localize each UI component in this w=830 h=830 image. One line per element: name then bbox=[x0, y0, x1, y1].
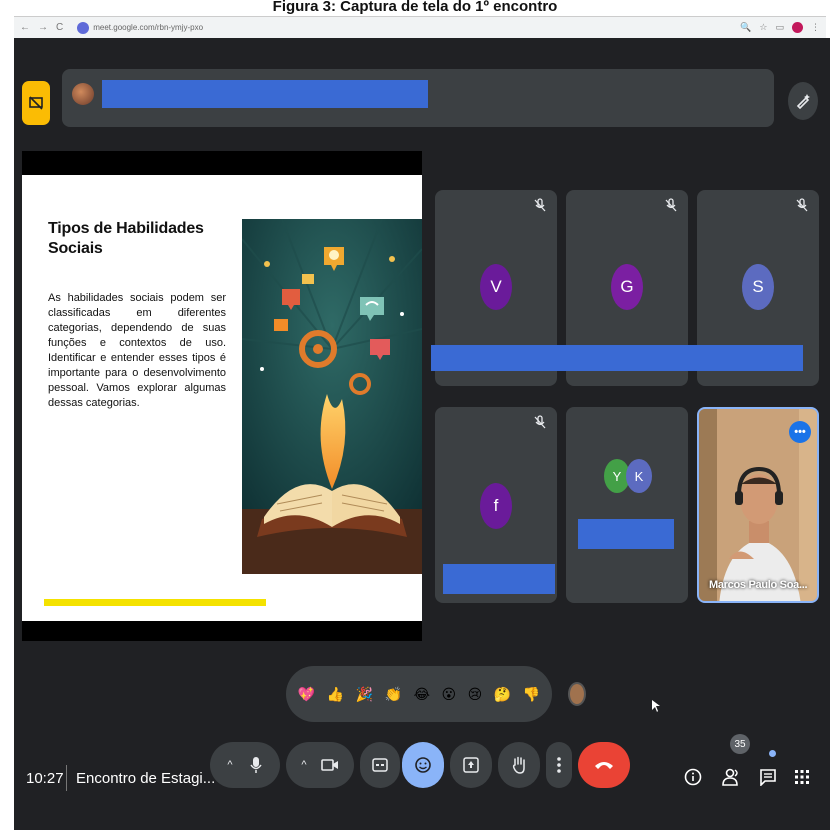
reaction-surprised-icon[interactable]: 😮 bbox=[442, 686, 457, 703]
presenter-avatar bbox=[72, 83, 94, 105]
camera-icon bbox=[320, 759, 338, 771]
browser-actions: 🔍 ☆ ▭ ⋮ bbox=[740, 22, 820, 33]
browser-toolbar: ← → C meet.google.com/rbn-ymjy-pxo 🔍 ☆ ▭… bbox=[14, 16, 826, 38]
slide-illustration bbox=[242, 219, 422, 574]
participant-group-tile[interactable]: Y K bbox=[566, 407, 688, 603]
divider bbox=[66, 765, 67, 791]
bookmark-star-icon[interactable]: ☆ bbox=[759, 22, 767, 33]
redacted-presenter-name bbox=[102, 80, 428, 108]
chat-button[interactable] bbox=[756, 764, 780, 790]
microphone-icon bbox=[249, 757, 262, 773]
mic-off-icon bbox=[534, 415, 546, 429]
presentation-toggle-button[interactable] bbox=[22, 81, 50, 125]
browser-menu-icon[interactable]: ⋮ bbox=[811, 22, 820, 33]
mic-off-icon bbox=[796, 198, 808, 212]
people-button[interactable] bbox=[720, 764, 744, 790]
mic-off-icon bbox=[534, 198, 546, 212]
present-screen-button[interactable] bbox=[450, 742, 492, 788]
meeting-title[interactable]: Encontro de Estagi... bbox=[76, 770, 215, 787]
more-options-button[interactable] bbox=[546, 742, 572, 788]
captions-button[interactable] bbox=[360, 742, 400, 788]
redacted-participant-name bbox=[578, 519, 674, 549]
mouse-cursor-icon bbox=[652, 700, 660, 712]
reaction-thumbs-up-icon[interactable]: 👍 bbox=[327, 686, 344, 703]
info-icon bbox=[684, 768, 702, 786]
more-vertical-icon bbox=[557, 757, 561, 773]
participant-avatar: V bbox=[480, 264, 512, 310]
reaction-party-icon[interactable]: 🎉 bbox=[356, 686, 373, 703]
annotate-button[interactable] bbox=[788, 82, 818, 120]
back-icon[interactable]: ← bbox=[20, 22, 30, 33]
reaction-thinking-icon[interactable]: 🤔 bbox=[494, 686, 511, 703]
mic-off-icon bbox=[665, 198, 677, 212]
chat-notification-dot bbox=[769, 750, 776, 757]
meet-window: Tipos de Habilidades Sociais As habilida… bbox=[14, 38, 830, 830]
grid-apps-icon bbox=[795, 770, 809, 784]
chevron-up-icon[interactable]: ^ bbox=[301, 759, 306, 771]
address-bar[interactable]: meet.google.com/rbn-ymjy-pxo bbox=[93, 23, 203, 32]
redacted-names-bar bbox=[431, 345, 803, 371]
raise-hand-button[interactable] bbox=[498, 742, 540, 788]
participant-tile[interactable]: f bbox=[435, 407, 557, 603]
profile-avatar[interactable] bbox=[792, 22, 803, 33]
meeting-info-button[interactable] bbox=[681, 764, 705, 790]
reaction-clap-icon[interactable]: 👏 bbox=[385, 686, 402, 703]
presenter-bar bbox=[62, 69, 774, 127]
participants-count-badge: 35 bbox=[730, 734, 750, 754]
meeting-time: 10:27 bbox=[26, 770, 64, 787]
no-presentation-icon bbox=[29, 96, 43, 110]
more-options-button[interactable]: ••• bbox=[789, 421, 811, 443]
slide-body-text: As habilidades sociais podem ser classif… bbox=[48, 292, 226, 409]
avatar-initial: S bbox=[752, 277, 764, 296]
participant-avatar: G bbox=[611, 264, 643, 310]
reactions-bar: 💖 👍 🎉 👏 😂 😮 😢 🤔 👎 bbox=[286, 666, 552, 722]
reaction-laugh-icon[interactable]: 😂 bbox=[414, 686, 430, 703]
shared-screen: Tipos de Habilidades Sociais As habilida… bbox=[22, 151, 422, 641]
redacted-participant-name bbox=[443, 564, 555, 594]
avatar-initial: Y bbox=[612, 468, 622, 484]
microphone-control[interactable]: ^ bbox=[210, 742, 280, 788]
skin-tone-selector[interactable] bbox=[568, 682, 586, 706]
captions-icon bbox=[372, 758, 388, 772]
screenshot: Figura 3: Captura de tela do 1º encontro… bbox=[0, 0, 830, 830]
leave-call-button[interactable] bbox=[578, 742, 630, 788]
people-icon bbox=[722, 768, 738, 786]
zoom-icon[interactable]: 🔍 bbox=[740, 22, 751, 33]
slide-accent-bar bbox=[44, 599, 266, 606]
present-icon bbox=[463, 757, 479, 773]
avatar-initial: V bbox=[490, 277, 502, 296]
self-video-tile[interactable]: ••• Marcos Paulo Soa... bbox=[697, 407, 819, 603]
avatar-initial: f bbox=[493, 496, 499, 515]
pen-icon bbox=[796, 94, 810, 109]
presentation-slide: Tipos de Habilidades Sociais As habilida… bbox=[22, 175, 422, 621]
end-call-icon bbox=[595, 762, 613, 769]
self-name-label: Marcos Paulo Soa... bbox=[709, 579, 808, 591]
browser-nav: ← → C bbox=[20, 22, 63, 33]
activities-button[interactable] bbox=[790, 764, 814, 790]
site-favicon-icon bbox=[77, 21, 90, 34]
reaction-heart-icon[interactable]: 💖 bbox=[298, 686, 315, 703]
chevron-up-icon[interactable]: ^ bbox=[227, 759, 232, 771]
participant-avatar: K bbox=[626, 459, 652, 493]
forward-icon[interactable]: → bbox=[38, 22, 48, 33]
participant-avatar: S bbox=[742, 264, 774, 310]
reaction-thumbs-down-icon[interactable]: 👎 bbox=[523, 686, 540, 703]
participant-avatar: f bbox=[480, 483, 512, 529]
slide-title: Tipos de Habilidades Sociais bbox=[48, 220, 204, 257]
camera-control[interactable]: ^ bbox=[286, 742, 354, 788]
hand-icon bbox=[512, 756, 525, 774]
emoji-reaction-button[interactable] bbox=[402, 742, 444, 788]
reload-icon[interactable]: C bbox=[56, 22, 63, 33]
avatar-initial: K bbox=[634, 468, 644, 484]
chat-icon bbox=[760, 769, 776, 786]
avatar-initial: G bbox=[620, 277, 634, 296]
extensions-icon[interactable]: ▭ bbox=[775, 22, 784, 33]
emoji-icon bbox=[415, 757, 431, 773]
reaction-sad-icon[interactable]: 😢 bbox=[468, 686, 483, 703]
